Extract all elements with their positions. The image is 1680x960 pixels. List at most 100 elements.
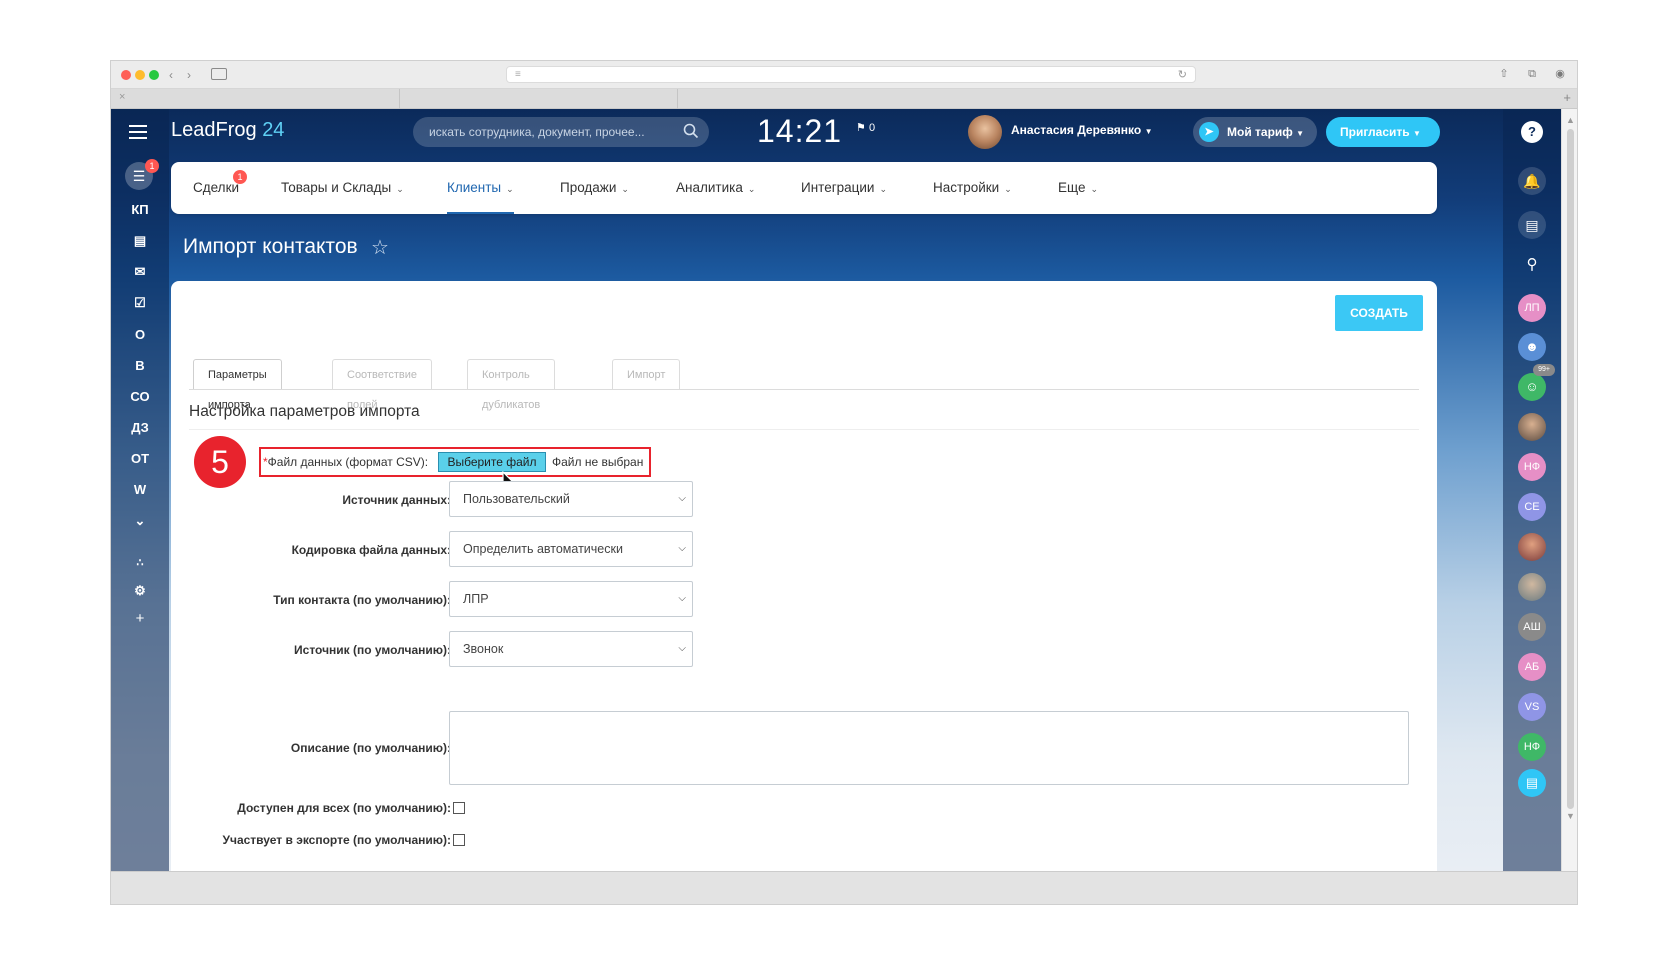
window-maximize-button[interactable]: [149, 70, 159, 80]
export-checkbox[interactable]: [453, 834, 465, 846]
tab-field-mapping[interactable]: Соответствие полей: [332, 359, 433, 411]
avatar-nf-green[interactable]: НФ: [1518, 733, 1546, 761]
user-avatar[interactable]: [968, 115, 1002, 149]
choose-file-button[interactable]: Выберите файл: [438, 452, 546, 472]
browser-window: ‹ › ≡ ↻ ⇧ ⧉ ◉ × + ☰ 1 КП ▤ ✉ ☑ О В СО ДЗ…: [110, 60, 1578, 905]
tab-import[interactable]: Импорт: [612, 359, 681, 389]
search-icon[interactable]: ⚲: [1518, 251, 1546, 279]
chevron-down-icon: ⌄: [747, 184, 756, 194]
sidebar-toggle-icon[interactable]: [211, 68, 227, 80]
reader-icon[interactable]: ≡: [515, 69, 521, 80]
avatar-se[interactable]: СЕ: [1518, 493, 1546, 521]
search-box[interactable]: [413, 117, 709, 147]
tab-close-icon[interactable]: ×: [119, 91, 125, 103]
chevron-down-icon[interactable]: ⌄: [111, 513, 169, 529]
sidebar-item-so[interactable]: СО: [111, 389, 169, 404]
avatar-lp[interactable]: ЛП: [1518, 294, 1546, 322]
scroll-thumb[interactable]: [1567, 129, 1574, 809]
source-select[interactable]: Звонок ⌵: [449, 631, 693, 667]
rocket-icon: ➤: [1199, 122, 1219, 142]
clock[interactable]: 14:21: [757, 113, 842, 150]
avatar-ash[interactable]: АШ: [1518, 613, 1546, 641]
description-textarea[interactable]: [449, 711, 1409, 785]
create-button[interactable]: СОЗДАТЬ: [1335, 295, 1423, 331]
task-icon[interactable]: ☑: [111, 295, 169, 311]
avatar-ab[interactable]: АБ: [1518, 653, 1546, 681]
user-avatar-photo[interactable]: [1518, 533, 1546, 561]
tariff-button[interactable]: ➤ Мой тариф ▼: [1193, 117, 1317, 147]
menu-icon[interactable]: [129, 125, 147, 139]
nav-clients[interactable]: Клиенты ⌄: [447, 162, 514, 214]
back-icon[interactable]: ‹: [163, 67, 179, 83]
caret-down-icon: ▼: [1296, 129, 1305, 138]
sidebar-item-kp[interactable]: КП: [111, 202, 169, 217]
address-bar[interactable]: ≡ ↻: [506, 66, 1196, 83]
source-label: Источник (по умолчанию):: [294, 643, 451, 657]
contact-type-select[interactable]: ЛПР ⌵: [449, 581, 693, 617]
reload-icon[interactable]: ↻: [1178, 68, 1187, 81]
scroll-down-icon[interactable]: ▼: [1566, 811, 1575, 821]
nav-deals-badge: 1: [233, 170, 247, 184]
group-chat-icon[interactable]: ☻: [1518, 333, 1546, 361]
sidebar-item-ot[interactable]: ОТ: [111, 451, 169, 466]
content-card: СОЗДАТЬ Параметры импорта Соответствие п…: [171, 281, 1437, 871]
sidebar-item-o[interactable]: О: [111, 327, 169, 342]
help-icon[interactable]: ?: [1521, 121, 1543, 143]
forward-icon[interactable]: ›: [181, 67, 197, 83]
search-icon[interactable]: [683, 123, 699, 139]
nav-integrations[interactable]: Интеграции ⌄: [801, 162, 887, 214]
mail-icon[interactable]: ✉: [111, 264, 169, 280]
share-icon[interactable]: ⇧: [1497, 67, 1511, 81]
section-divider: [189, 429, 1419, 430]
user-avatar-photo[interactable]: [1518, 413, 1546, 441]
sitemap-icon[interactable]: ∴: [111, 556, 169, 569]
app-logo[interactable]: LeadFrog 24: [171, 119, 284, 142]
window-minimize-button[interactable]: [135, 70, 145, 80]
invite-button[interactable]: Пригласить ▼: [1326, 117, 1440, 147]
chevron-down-icon: ⌄: [396, 184, 404, 194]
avatar-nf[interactable]: НФ: [1518, 453, 1546, 481]
gear-icon[interactable]: ⚙: [111, 583, 169, 599]
logo-text: LeadFrog: [171, 119, 257, 141]
nav-sales[interactable]: Продажи ⌄: [560, 162, 629, 214]
avatar-vs[interactable]: VS: [1518, 693, 1546, 721]
add-icon[interactable]: +: [111, 610, 169, 627]
chevron-down-icon: ⌄: [621, 184, 629, 194]
invite-label: Пригласить: [1340, 125, 1410, 139]
nav-more[interactable]: Еще ⌄: [1058, 162, 1098, 214]
flag-counter[interactable]: ⚑ 0: [856, 121, 875, 134]
sidebar-item-w[interactable]: W: [111, 482, 169, 497]
search-input[interactable]: [429, 117, 669, 147]
section-title: Настройка параметров импорта: [189, 403, 420, 420]
sidebar-item-dz[interactable]: ДЗ: [111, 420, 169, 435]
nav-deals[interactable]: Сделки: [193, 162, 239, 214]
user-menu[interactable]: Анастасия Деревянко ▼: [1011, 123, 1152, 137]
bell-icon[interactable]: 🔔: [1518, 167, 1546, 195]
chevron-down-icon: ⌵: [678, 493, 686, 504]
file-label-text: Файл данных (формат CSV):: [267, 455, 429, 469]
window-close-button[interactable]: [121, 70, 131, 80]
nav-products[interactable]: Товары и Склады ⌄: [281, 162, 404, 214]
encoding-select[interactable]: Определить автоматически ⌵: [449, 531, 693, 567]
document-icon[interactable]: ▤: [111, 233, 169, 249]
nav-analytics[interactable]: Аналитика ⌄: [676, 162, 755, 214]
tab-duplicate-control[interactable]: Контроль дубликатов: [467, 359, 556, 411]
star-icon[interactable]: ☆: [371, 235, 389, 260]
app-area: ☰ 1 КП ▤ ✉ ☑ О В СО ДЗ ОТ W ⌄ ∴ ⚙ + Lead…: [111, 109, 1577, 871]
nav-settings[interactable]: Настройки ⌄: [933, 162, 1012, 214]
tabs-icon[interactable]: ⧉: [1525, 67, 1539, 81]
user-avatar-photo[interactable]: [1518, 573, 1546, 601]
scroll-up-icon[interactable]: ▲: [1566, 115, 1575, 125]
browser-titlebar: ‹ › ≡ ↻ ⇧ ⧉ ◉: [111, 61, 1577, 89]
new-tab-icon[interactable]: +: [1563, 90, 1571, 105]
extension-icon[interactable]: ◉: [1553, 67, 1567, 81]
page-scrollbar[interactable]: ▲ ▼: [1561, 109, 1577, 871]
chat-icon[interactable]: ▤: [1518, 211, 1546, 239]
open-lines-icon[interactable]: ▤: [1518, 769, 1546, 797]
data-source-select[interactable]: Пользовательский ⌵: [449, 481, 693, 517]
contacts-icon[interactable]: ☺: [1518, 373, 1546, 401]
public-checkbox[interactable]: [453, 802, 465, 814]
chevron-down-icon: ⌵: [678, 543, 686, 554]
tab-import-params[interactable]: Параметры импорта: [193, 359, 282, 411]
sidebar-item-v[interactable]: В: [111, 358, 169, 373]
